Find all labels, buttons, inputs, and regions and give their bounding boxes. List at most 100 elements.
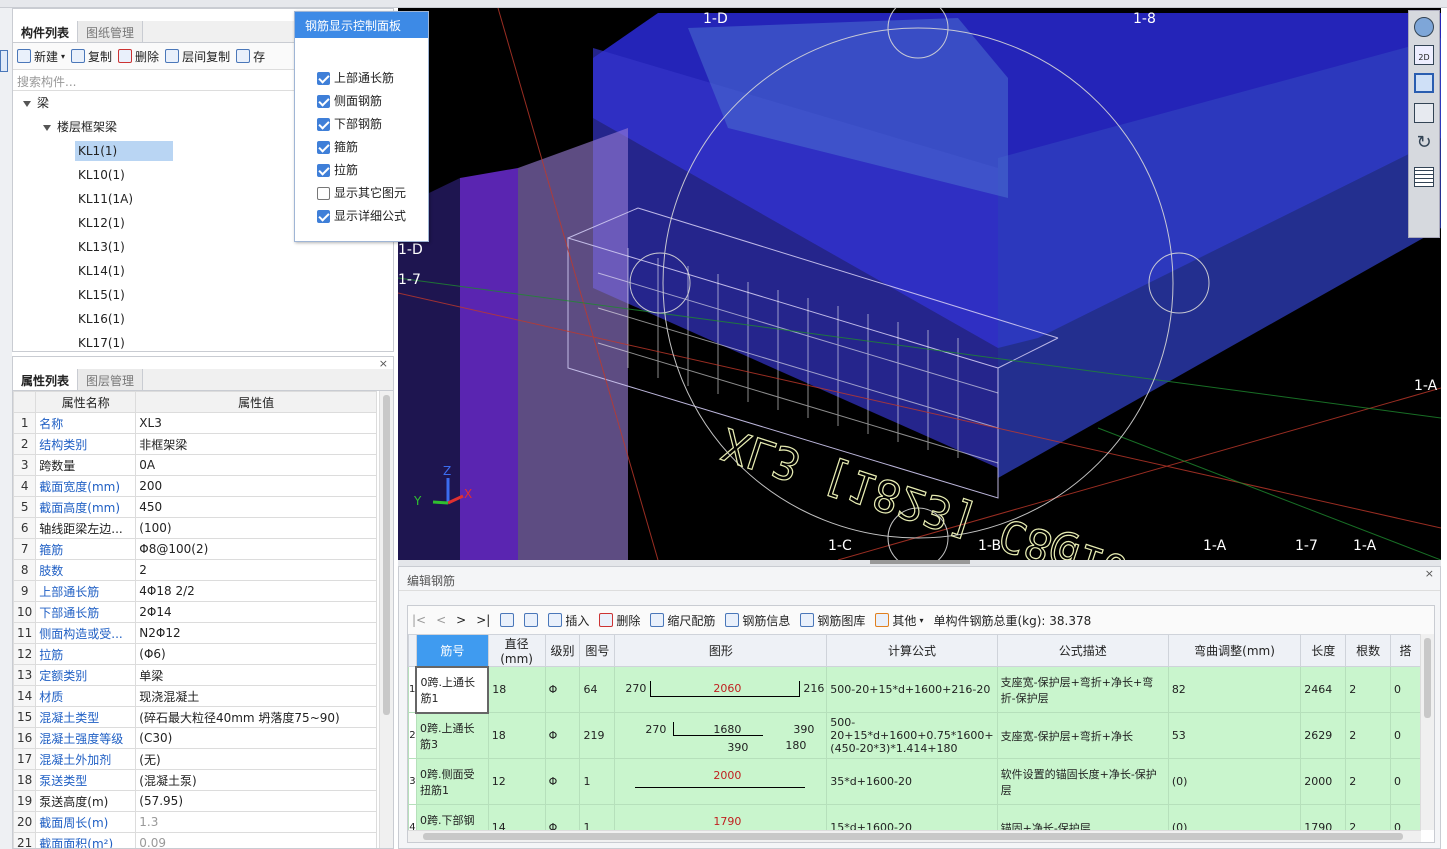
property-row[interactable]: 10 下部通长筋 2Φ14 — [13, 601, 377, 623]
tree-root[interactable]: 梁 — [23, 93, 49, 113]
bar-grade[interactable]: Φ — [544, 712, 581, 759]
bar-bend[interactable]: (0) — [1167, 758, 1302, 805]
property-value[interactable]: (碎石最大粒径40mm 坍落度75~90) — [135, 706, 377, 728]
property-row[interactable]: 5 截面高度(mm) 450 — [13, 496, 377, 518]
tree-group[interactable]: 楼层框架梁 — [43, 117, 117, 137]
opt-side-rebar[interactable]: 侧面钢筋 — [317, 92, 382, 109]
2d-view-button[interactable]: 2D — [1414, 45, 1434, 65]
scale-rebar-button[interactable]: 缩尺配筋 — [650, 612, 715, 629]
property-row[interactable]: 8 肢数 2 — [13, 559, 377, 581]
bar-name[interactable]: 0跨.上通长筋3 — [415, 712, 489, 759]
col-grade[interactable]: 级别 — [544, 634, 581, 667]
splitter-handle[interactable] — [869, 560, 970, 564]
bar-formula[interactable]: 500-20+15*d+1600+0.75*1600+(450-20*3)*1.… — [826, 712, 998, 759]
property-value[interactable]: (Φ6) — [135, 643, 377, 665]
bar-length[interactable]: 2464 — [1300, 666, 1347, 713]
property-row[interactable]: 12 拉筋 (Φ6) — [13, 643, 377, 665]
bar-lap[interactable]: 0 — [1390, 804, 1421, 830]
property-value[interactable]: (混凝土泵) — [135, 769, 377, 791]
first-icon[interactable]: |< — [412, 613, 426, 627]
bar-bend[interactable]: 82 — [1167, 666, 1302, 713]
rebar-table-vscroll[interactable] — [1420, 634, 1434, 830]
property-value[interactable]: 1.3 — [135, 811, 377, 833]
property-value[interactable]: 单梁 — [135, 664, 377, 686]
bar-desc[interactable]: 锚固+净长-保护层 — [996, 804, 1169, 830]
col-fig-no[interactable]: 图号 — [579, 634, 616, 667]
new-button[interactable]: 新建 ▾ — [17, 48, 65, 65]
opt-tie[interactable]: 拉筋 — [317, 161, 358, 178]
property-row[interactable]: 19 泵送高度(m) (57.95) — [13, 790, 377, 812]
opt-stirrup[interactable]: 箍筋 — [317, 138, 358, 155]
prev-icon[interactable]: < — [436, 613, 446, 627]
tab-drawing-manage[interactable]: 图纸管理 — [78, 21, 144, 42]
property-value[interactable]: (57.95) — [135, 790, 377, 812]
col-bar-no[interactable]: 筋号 — [415, 634, 489, 667]
save-button[interactable]: 存 — [236, 48, 265, 65]
property-row[interactable]: 6 轴线距梁左边... (100) — [13, 517, 377, 539]
checkbox-icon[interactable] — [317, 141, 330, 154]
rebar-table-hscroll[interactable] — [408, 830, 1421, 842]
checkbox-icon[interactable] — [317, 95, 330, 108]
checkbox-icon[interactable] — [317, 210, 330, 223]
rotate-icon[interactable]: ↻ — [1414, 133, 1434, 153]
table-row[interactable]: 2 0跨.上通长筋3 18 Φ 219 270 1680 390 390 180… — [408, 712, 1421, 759]
tree-item-kl1[interactable]: KL1(1) — [75, 141, 173, 161]
bar-name[interactable]: 0跨.下部钢筋1 — [415, 804, 489, 830]
tree-item-kl13[interactable]: KL13(1) — [78, 237, 125, 257]
bar-formula[interactable]: 35*d+1600-20 — [826, 758, 998, 805]
close-icon[interactable]: × — [1425, 567, 1434, 580]
col-desc[interactable]: 公式描述 — [996, 634, 1169, 667]
bar-grade[interactable]: Φ — [544, 758, 581, 805]
table-row[interactable]: 1 0跨.上通长筋1 18 Φ 64 270 2060 216 500-20+1… — [408, 665, 1421, 714]
col-count[interactable]: 根数 — [1345, 634, 1391, 667]
property-row[interactable]: 4 截面宽度(mm) 200 — [13, 475, 377, 497]
property-row[interactable]: 3 跨数量 0A — [13, 454, 377, 476]
cube-front-icon[interactable] — [1414, 73, 1434, 93]
opt-bottom-rebar[interactable]: 下部钢筋 — [317, 115, 382, 132]
property-value[interactable]: XL3 — [135, 412, 377, 434]
property-row[interactable]: 21 截面面积(m²) 0.09 — [13, 832, 377, 848]
tab-layer-manage[interactable]: 图层管理 — [78, 369, 144, 390]
bar-desc[interactable]: 软件设置的锚固长度+净长-保护层 — [996, 758, 1169, 805]
scrollbar-thumb[interactable] — [383, 395, 390, 715]
scrollbar-thumb[interactable] — [423, 833, 1403, 840]
bar-shape[interactable]: 270 1680 390 390 180 — [614, 712, 828, 759]
bar-lap[interactable]: 0 — [1390, 712, 1421, 759]
bar-fig[interactable]: 1 — [579, 758, 616, 805]
move-up-icon[interactable] — [500, 613, 515, 627]
floor-copy-button[interactable]: 层间复制 — [165, 48, 230, 65]
tree-item-kl17[interactable]: KL17(1) — [78, 333, 125, 351]
property-row[interactable]: 16 混凝土强度等级 (C30) — [13, 727, 377, 749]
tab-component-list[interactable]: 构件列表 — [13, 21, 79, 42]
bar-fig[interactable]: 64 — [579, 666, 616, 713]
last-icon[interactable]: >| — [476, 613, 490, 627]
property-value[interactable]: 2 — [135, 559, 377, 581]
bar-shape[interactable]: 270 2060 216 — [614, 666, 828, 713]
bar-shape[interactable]: 2000 — [614, 758, 828, 805]
tree-item-kl15[interactable]: KL15(1) — [78, 285, 125, 305]
property-value[interactable]: 0.09 — [135, 832, 377, 848]
delete-row-button[interactable]: 删除 — [599, 612, 640, 629]
bar-desc[interactable]: 支座宽-保护层+弯折+净长+弯折-保护层 — [996, 666, 1169, 713]
bar-count[interactable]: 2 — [1345, 712, 1391, 759]
bar-grade[interactable]: Φ — [544, 666, 581, 713]
delete-button[interactable]: 删除 — [118, 48, 159, 65]
bar-length[interactable]: 2000 — [1300, 758, 1347, 805]
bar-count[interactable]: 2 — [1345, 758, 1391, 805]
bar-fig[interactable]: 219 — [579, 712, 616, 759]
col-shape[interactable]: 图形 — [614, 634, 828, 667]
property-row[interactable]: 17 混凝土外加剂 (无) — [13, 748, 377, 770]
tree-item-kl11[interactable]: KL11(1A) — [78, 189, 133, 209]
grid-icon[interactable] — [1414, 167, 1434, 187]
bar-diameter[interactable]: 12 — [487, 758, 546, 805]
property-value[interactable]: 4Φ18 2/2 — [135, 580, 377, 602]
bar-formula[interactable]: 15*d+1600-20 — [826, 804, 998, 830]
property-value[interactable]: (C30) — [135, 727, 377, 749]
3d-viewport[interactable]: XL3 [1823] C8@100(2) N2C12 Z X Y 1-D 1-8… — [398, 8, 1441, 560]
bar-diameter[interactable]: 18 — [487, 666, 546, 713]
property-row[interactable]: 9 上部通长筋 4Φ18 2/2 — [13, 580, 377, 602]
property-value[interactable]: 2Φ14 — [135, 601, 377, 623]
checkbox-icon[interactable] — [317, 187, 330, 200]
property-value[interactable]: (100) — [135, 517, 377, 539]
opt-other-elements[interactable]: 显示其它图元 — [317, 184, 406, 201]
